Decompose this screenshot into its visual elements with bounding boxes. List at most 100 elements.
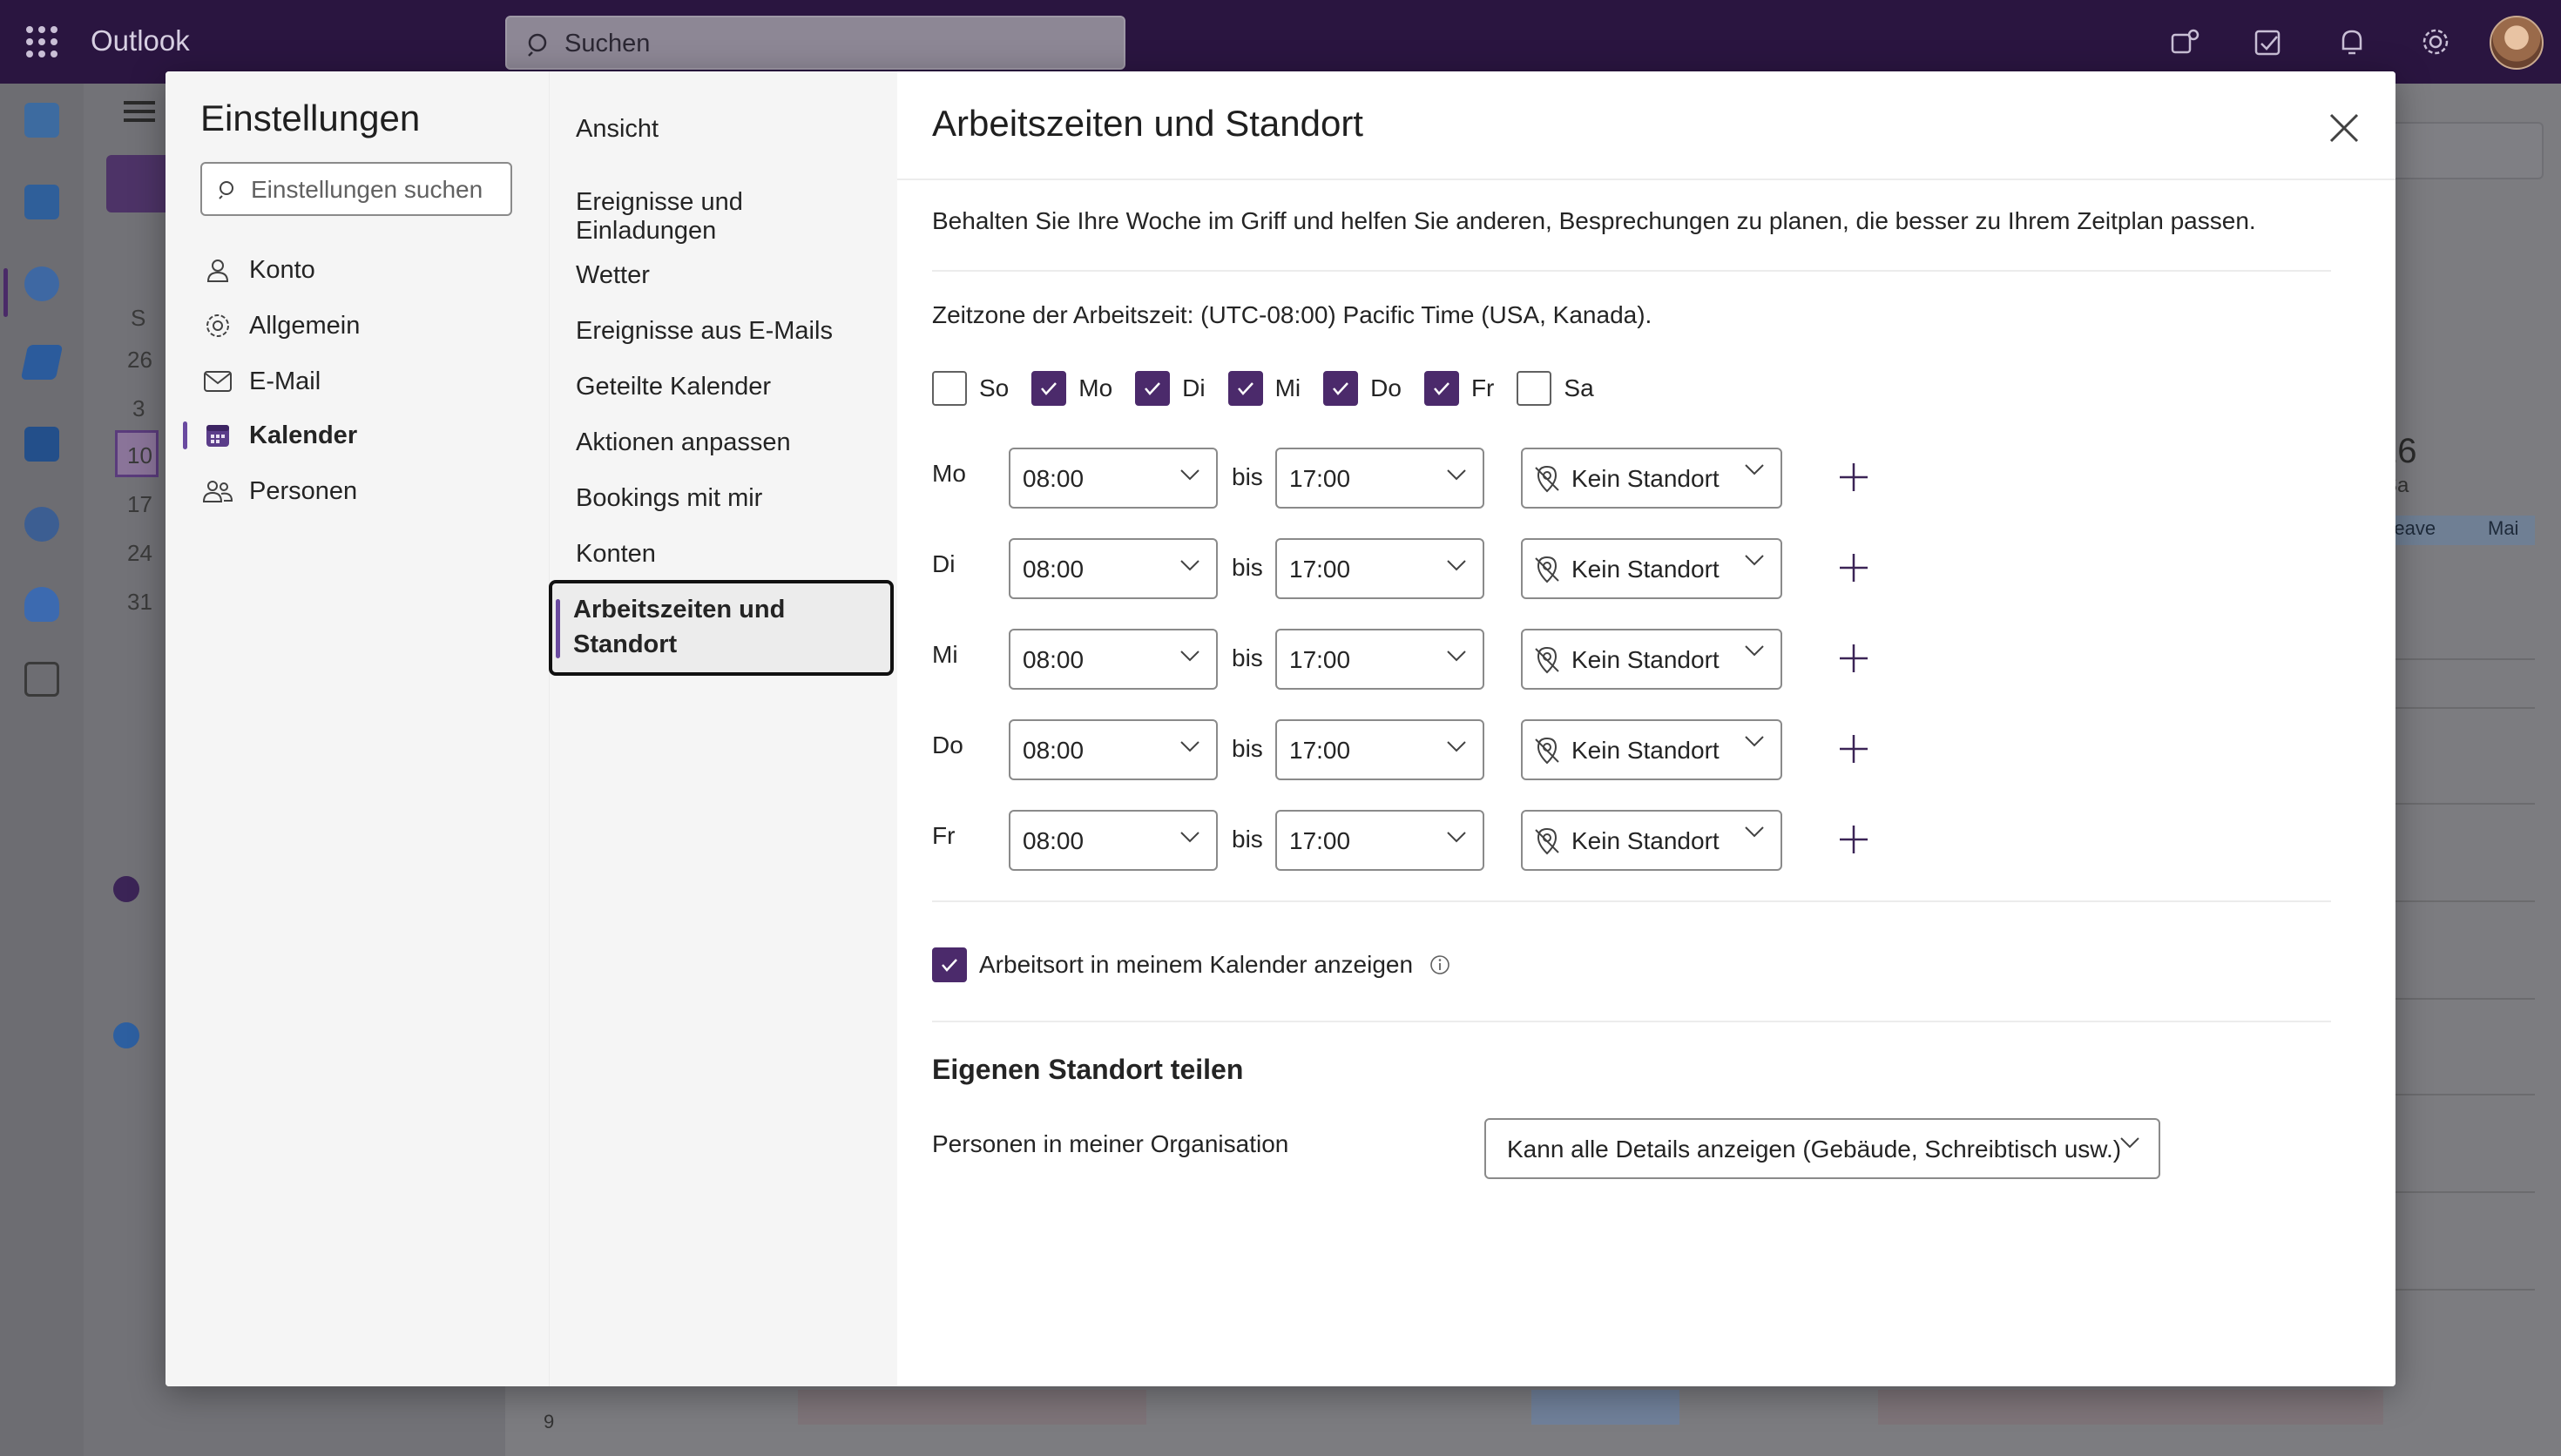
subcategory-aktionen-anpassen[interactable]: Aktionen anpassen [576,428,881,457]
app-name[interactable]: Outlook [91,24,190,57]
checkbox[interactable] [1517,371,1552,406]
category-kalender[interactable]: Kalender [200,411,531,460]
active-category-indicator [183,421,187,449]
hamburger-icon[interactable] [124,101,155,104]
mini-cal-day[interactable]: 10 [127,442,152,469]
tasks-icon[interactable] [2251,24,2286,59]
start-time-select[interactable]: 08:00 [1009,629,1218,690]
end-time-select[interactable]: 17:00 [1275,719,1484,780]
add-icon[interactable] [1835,639,1873,677]
busy-block[interactable] [1878,1390,2383,1425]
calendar-check-icon[interactable] [113,1022,139,1048]
location-off-icon [1535,646,1559,674]
category-personen[interactable]: Personen [200,467,531,516]
day-checkbox-mi[interactable]: Mi [1227,371,1301,406]
day-checkbox-fr[interactable]: Fr [1423,371,1494,406]
day-checkbox-mo[interactable]: Mo [1031,371,1112,406]
app-rail [0,84,84,1456]
day-checkbox-di[interactable]: Di [1135,371,1206,406]
teams-icon[interactable] [2167,24,2202,59]
chevron-down-icon [1447,832,1466,843]
category-konto[interactable]: Konto [200,246,531,294]
subcategory-ansicht[interactable]: Ansicht [576,115,881,144]
end-time-select[interactable]: 17:00 [1275,629,1484,690]
checkmark-icon [1433,382,1449,395]
checkmark-icon [1333,382,1349,395]
section-divider [932,900,2331,902]
mini-cal-day[interactable]: 26 [127,347,152,374]
busy-block[interactable] [798,1390,1146,1425]
location-select[interactable]: Kein Standort [1521,538,1782,599]
location-off-icon [1535,737,1559,765]
close-icon[interactable] [2322,106,2366,150]
calendar-check-icon[interactable] [113,876,139,902]
subcategory-ereignisse-aus-emails[interactable]: Ereignisse aus E-Mails [576,317,881,346]
location-select[interactable]: Kein Standort [1521,719,1782,780]
mini-cal-day[interactable]: 24 [127,540,152,567]
checkbox-checked[interactable] [1031,371,1067,406]
settings-search-input[interactable] [251,172,503,207]
chevron-down-icon [1447,741,1466,752]
chevron-down-icon [1447,560,1466,571]
day-checkbox-do[interactable]: Do [1323,371,1402,406]
onedrive-app-icon[interactable] [24,587,59,622]
info-icon[interactable] [1429,954,1451,976]
org-visibility-select[interactable]: Kann alle Details anzeigen (Gebäude, Sch… [1484,1118,2160,1179]
checkbox-checked[interactable] [1423,371,1459,406]
mail-app-icon[interactable] [24,103,59,138]
more-apps-icon[interactable] [24,662,59,697]
mini-cal-day[interactable]: 3 [132,395,145,422]
calendar-app-icon[interactable] [24,185,59,219]
files-app-icon[interactable] [24,427,59,462]
checkbox-checked[interactable] [1227,371,1263,406]
add-icon[interactable] [1835,458,1873,496]
calendar-icon [200,418,235,453]
end-time-select[interactable]: 17:00 [1275,448,1484,509]
day-checkbox-so[interactable]: So [932,371,1009,406]
settings-gear-icon[interactable] [2418,24,2453,59]
subcategory-bookings-mit-mir[interactable]: Bookings mit mir [576,484,881,513]
start-time-value: 08:00 [1023,556,1085,583]
subcategory-wetter[interactable]: Wetter [576,261,881,290]
people-app-icon[interactable] [24,266,59,301]
org-visibility-value: Kann alle Details anzeigen (Gebäude, Sch… [1507,1136,2122,1163]
checkbox-checked[interactable] [932,947,967,982]
category-email[interactable]: E-Mail [200,357,531,406]
mini-cal-day[interactable]: 17 [127,491,152,518]
start-time-select[interactable]: 08:00 [1009,810,1218,871]
add-icon[interactable] [1835,730,1873,768]
bell-icon[interactable] [2335,24,2369,59]
show-location-checkbox[interactable]: Arbeitsort in meinem Kalender anzeigen [932,946,1451,984]
checkbox[interactable] [932,371,967,406]
subcategory-konten[interactable]: Konten [576,540,881,569]
end-time-select[interactable]: 17:00 [1275,538,1484,599]
mini-cal-day[interactable]: 31 [127,589,152,616]
global-search-input[interactable]: Suchen [505,16,1125,70]
org-app-icon[interactable] [24,507,59,542]
subcategory-geteilte-kalender[interactable]: Geteilte Kalender [576,373,881,401]
end-time-select[interactable]: 17:00 [1275,810,1484,871]
subcategory-ereignisse-einladungen[interactable]: Ereignisse und Einladungen [576,188,881,246]
location-select[interactable]: Kein Standort [1521,810,1782,871]
location-select[interactable]: Kein Standort [1521,448,1782,509]
settings-search-box[interactable] [200,162,512,216]
day-checkbox-sa[interactable]: Sa [1517,371,1594,406]
busy-block[interactable] [1531,1390,1679,1425]
checkbox-checked[interactable] [1323,371,1359,406]
start-time-select[interactable]: 08:00 [1009,719,1218,780]
todo-app-icon[interactable] [20,345,64,380]
avatar[interactable] [2490,16,2544,70]
chevron-down-icon [1745,555,1764,566]
page-title: Arbeitszeiten und Standort [932,103,1363,144]
category-allgemein[interactable]: Allgemein [200,301,531,350]
hours-row-do: Do 08:00 bis 17:00 Kein Standort [932,719,1977,780]
location-select[interactable]: Kein Standort [1521,629,1782,690]
section-divider [932,270,2331,272]
start-time-select[interactable]: 08:00 [1009,448,1218,509]
chevron-down-icon [1745,826,1764,838]
start-time-select[interactable]: 08:00 [1009,538,1218,599]
app-launcher-icon[interactable] [26,26,57,57]
add-icon[interactable] [1835,549,1873,587]
add-icon[interactable] [1835,820,1873,859]
checkbox-checked[interactable] [1135,371,1171,406]
